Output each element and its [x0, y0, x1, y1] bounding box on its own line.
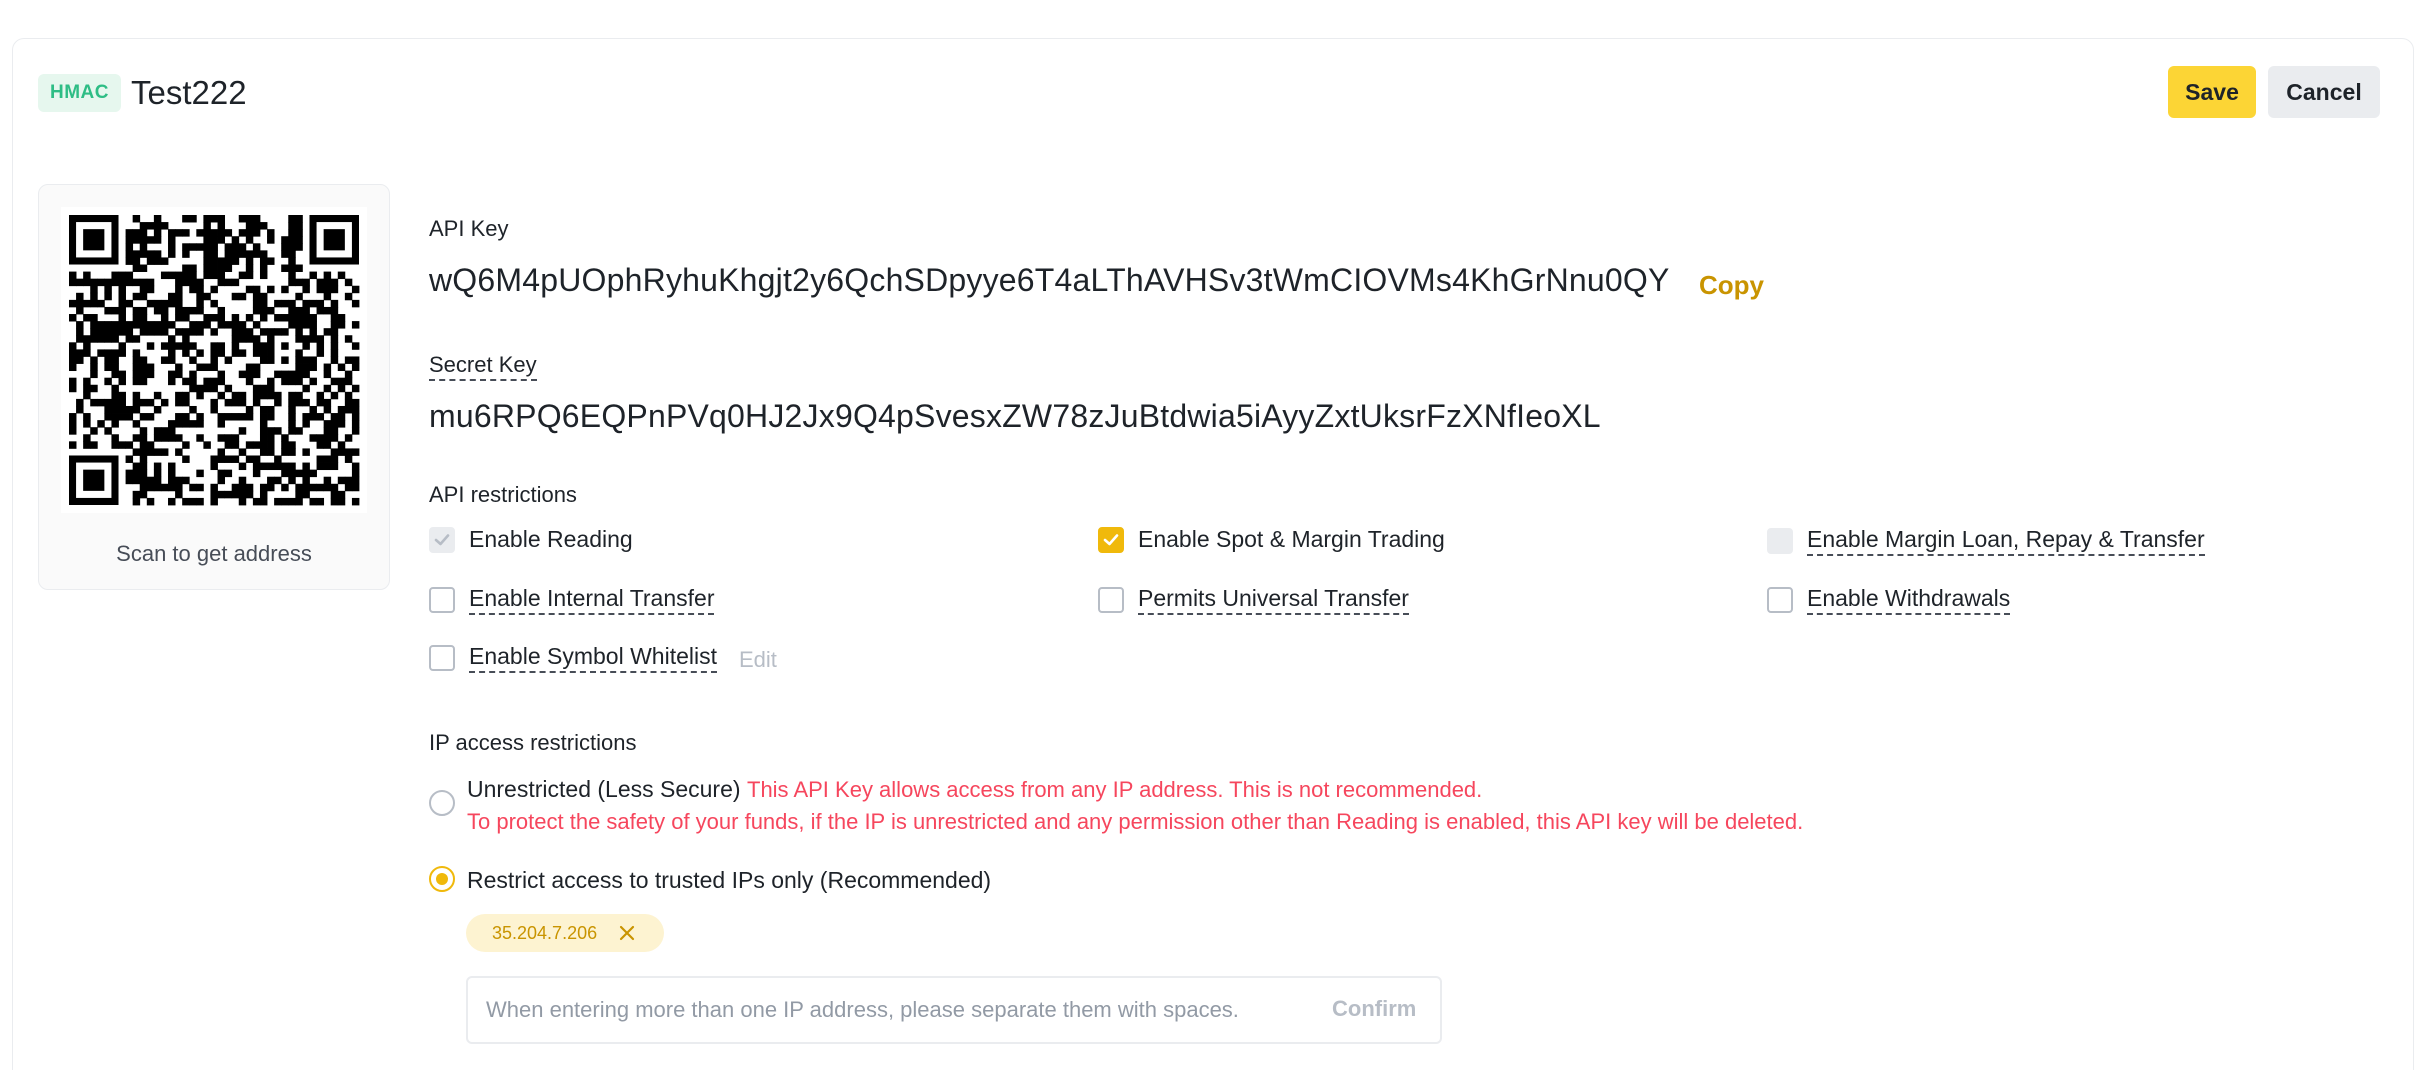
ip-access-label: IP access restrictions — [429, 730, 637, 755]
api-key-value: wQ6M4pUOphRyhuKhgjt2y6QchSDpyye6T4aLThAV… — [429, 262, 1670, 298]
radio-unrestricted[interactable] — [429, 790, 455, 816]
checkbox-label: Enable Margin Loan, Repay & Transfer — [1807, 526, 2205, 556]
restriction-spot-margin-trading[interactable]: Enable Spot & Margin Trading — [1098, 526, 1445, 553]
copy-api-key-button[interactable]: Copy — [1699, 270, 1764, 301]
unrestricted-deletion-warning: To protect the safety of your funds, if … — [467, 809, 1804, 834]
ip-tag-label: 35.204.7.206 — [492, 922, 598, 943]
secret-key-label: Secret Key — [429, 352, 537, 381]
check-icon — [434, 533, 450, 545]
secret-key-value: mu6RPQ6EQPnPVq0HJ2Jx9Q4pSvesxZW78zJuBtdw… — [429, 398, 1601, 434]
checkbox-symbol-whitelist[interactable] — [429, 645, 455, 671]
api-key-title: Test222 — [131, 74, 247, 111]
restriction-universal-transfer[interactable]: Permits Universal Transfer — [1098, 585, 1409, 615]
checkbox-label: Enable Withdrawals — [1807, 585, 2011, 615]
radio-restricted-label[interactable]: Restrict access to trusted IPs only (Rec… — [467, 867, 991, 894]
radio-unrestricted-label[interactable]: Unrestricted (Less Secure) — [467, 776, 741, 803]
api-key-label: API Key — [429, 216, 509, 241]
cancel-button[interactable]: Cancel — [2268, 66, 2380, 118]
card-header: HMAC Test222 — [38, 66, 247, 120]
qr-panel: Scan to get address — [38, 184, 390, 590]
edit-whitelist-link[interactable]: Edit — [739, 647, 777, 673]
checkbox-internal-transfer[interactable] — [429, 587, 455, 613]
ip-input-container: Confirm — [466, 976, 1442, 1044]
checkbox-label: Enable Reading — [469, 526, 633, 552]
checkbox-label: Enable Internal Transfer — [469, 585, 715, 615]
checkbox-universal-transfer[interactable] — [1098, 587, 1124, 613]
restriction-withdrawals[interactable]: Enable Withdrawals — [1767, 585, 2011, 615]
checkbox-label: Enable Symbol Whitelist — [469, 643, 717, 673]
qr-caption: Scan to get address — [116, 541, 312, 566]
restriction-internal-transfer[interactable]: Enable Internal Transfer — [429, 585, 715, 615]
unrestricted-warning: This API Key allows access from any IP a… — [747, 777, 1483, 802]
ip-address-input[interactable] — [486, 978, 1286, 1042]
save-button[interactable]: Save — [2168, 66, 2256, 118]
checkbox-label: Permits Universal Transfer — [1138, 585, 1409, 615]
checkbox-label: Enable Spot & Margin Trading — [1138, 526, 1445, 552]
checkbox-enable-reading[interactable] — [429, 526, 455, 553]
api-restrictions-label: API restrictions — [429, 482, 577, 507]
check-icon — [1103, 533, 1119, 545]
radio-restricted[interactable] — [429, 866, 455, 892]
qr-code-image — [69, 215, 360, 506]
checkbox-margin-loan[interactable] — [1767, 528, 1793, 554]
confirm-ip-button[interactable]: Confirm — [1332, 996, 1416, 1022]
close-icon[interactable] — [616, 922, 638, 949]
hmac-badge: HMAC — [38, 74, 121, 112]
qr-code — [61, 207, 367, 513]
restriction-symbol-whitelist[interactable]: Enable Symbol Whitelist Edit — [429, 643, 777, 673]
checkbox-spot-margin-trading[interactable] — [1098, 526, 1124, 553]
ip-tag: 35.204.7.206 — [466, 914, 664, 952]
checkbox-withdrawals[interactable] — [1767, 587, 1793, 613]
restriction-enable-reading[interactable]: Enable Reading — [429, 526, 633, 553]
restriction-margin-loan[interactable]: Enable Margin Loan, Repay & Transfer — [1767, 526, 2205, 556]
